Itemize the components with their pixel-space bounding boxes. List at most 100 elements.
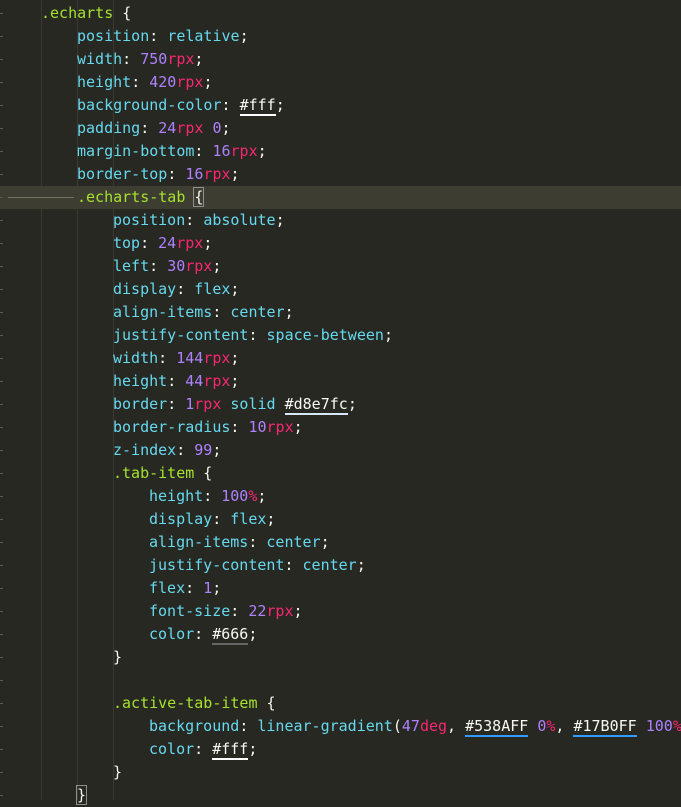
- code-line[interactable]: width: 750rpx;: [0, 48, 681, 71]
- code-line[interactable]: position: absolute;: [0, 209, 681, 232]
- punctuation-token: ;: [230, 280, 240, 298]
- code-line[interactable]: [0, 669, 681, 692]
- unit-token: rpx: [167, 50, 195, 68]
- punctuation-token: ;: [284, 303, 294, 321]
- punctuation-token: :: [176, 280, 195, 298]
- property-token: height: [77, 73, 132, 91]
- punctuation-token: ;: [347, 395, 357, 413]
- selector-token: .echarts-tab: [77, 188, 186, 206]
- code-text: top: 24rpx;: [113, 232, 212, 255]
- unit-token: rpx: [203, 165, 231, 183]
- code-line[interactable]: top: 24rpx;: [0, 232, 681, 255]
- code-line[interactable]: .tab-item {: [0, 462, 681, 485]
- property-token: color: [149, 740, 195, 758]
- code-text: width: 144rpx;: [113, 347, 239, 370]
- color-swatch-token: #fff: [212, 740, 249, 760]
- code-line[interactable]: background-color: #fff;: [0, 94, 681, 117]
- number-token: 24: [158, 234, 177, 252]
- gutter-marker: [0, 174, 3, 175]
- gutter-marker: [0, 519, 3, 520]
- code-line[interactable]: font-size: 22rpx;: [0, 600, 681, 623]
- punctuation-token: :: [239, 717, 258, 735]
- code-line[interactable]: height: 420rpx;: [0, 71, 681, 94]
- gutter-marker: [0, 703, 3, 704]
- unit-token: rpx: [185, 257, 213, 275]
- gutter-marker: [0, 749, 3, 750]
- code-line[interactable]: justify-content: space-between;: [0, 324, 681, 347]
- punctuation-token: :: [140, 119, 159, 137]
- number-token: 100: [645, 717, 673, 735]
- code-line[interactable]: justify-content: center;: [0, 554, 681, 577]
- punctuation-token: :: [248, 533, 267, 551]
- code-text: border-radius: 10rpx;: [113, 416, 303, 439]
- punctuation-token: :: [203, 487, 222, 505]
- code-line[interactable]: border: 1rpx solid #d8e7fc;: [0, 393, 681, 416]
- punctuation-token: :: [230, 602, 249, 620]
- punctuation-token: :: [122, 50, 141, 68]
- code-line[interactable]: color: #fff;: [0, 738, 681, 761]
- code-line[interactable]: flex: 1;: [0, 577, 681, 600]
- code-line[interactable]: .echarts {: [0, 2, 681, 25]
- gutter-marker: [0, 82, 3, 83]
- matched-brace-token: }: [75, 785, 88, 805]
- code-text: .tab-item {: [113, 462, 212, 485]
- number-token: 1: [185, 395, 195, 413]
- code-text: height: 100%;: [149, 485, 266, 508]
- code-editor[interactable]: .echarts {position: relative; width: 750r…: [0, 0, 681, 805]
- code-line[interactable]: padding: 24rpx 0;: [0, 117, 681, 140]
- code-text: .echarts {: [41, 2, 131, 25]
- matched-brace-token: {: [193, 187, 205, 207]
- code-line[interactable]: }: [0, 784, 681, 807]
- code-line[interactable]: display: flex;: [0, 508, 681, 531]
- punctuation-token: :: [185, 211, 204, 229]
- property-token: padding: [77, 119, 141, 137]
- gutter-marker: [0, 243, 3, 244]
- gutter-marker: [0, 59, 3, 60]
- code-line[interactable]: }: [0, 761, 681, 784]
- code-line[interactable]: height: 44rpx;: [0, 370, 681, 393]
- unit-token: rpx: [176, 119, 204, 137]
- code-line[interactable]: border-radius: 10rpx;: [0, 416, 681, 439]
- code-line[interactable]: align-items: center;: [0, 301, 681, 324]
- property-token: width: [113, 349, 159, 367]
- number-token: 44: [185, 372, 204, 390]
- code-line[interactable]: .active-tab-item {: [0, 692, 681, 715]
- punctuation-token: ,: [447, 717, 466, 735]
- punctuation-token: [637, 717, 646, 735]
- code-line[interactable]: display: flex;: [0, 278, 681, 301]
- value-token: space-between: [266, 326, 384, 344]
- code-text: color: #fff;: [149, 738, 257, 761]
- code-text: justify-content: space-between;: [113, 324, 393, 347]
- punctuation-token: :: [185, 579, 204, 597]
- code-line[interactable]: left: 30rpx;: [0, 255, 681, 278]
- property-token: display: [149, 510, 213, 528]
- code-line[interactable]: position: relative;: [0, 25, 681, 48]
- value-token: center: [266, 533, 321, 551]
- punctuation-token: ;: [221, 119, 231, 137]
- code-line-current[interactable]: .echarts-tab {: [0, 186, 681, 209]
- gutter-marker: [0, 358, 3, 359]
- code-line[interactable]: }: [0, 646, 681, 669]
- code-line[interactable]: align-items: center;: [0, 531, 681, 554]
- gutter-marker: [0, 128, 3, 129]
- code-line[interactable]: background: linear-gradient(47deg, #538A…: [0, 715, 681, 738]
- gutter-marker: [0, 312, 3, 313]
- punctuation-token: ;: [212, 441, 222, 459]
- code-line[interactable]: width: 144rpx;: [0, 347, 681, 370]
- function-token: linear-gradient: [257, 717, 393, 735]
- code-line[interactable]: color: #666;: [0, 623, 681, 646]
- color-swatch-token: #fff: [239, 96, 276, 116]
- gutter-marker: [0, 36, 3, 37]
- punctuation-token: :: [167, 165, 186, 183]
- punctuation-token: ;: [293, 418, 303, 436]
- number-token: 0: [212, 119, 222, 137]
- punctuation-token: (: [392, 717, 402, 735]
- code-line[interactable]: z-index: 99;: [0, 439, 681, 462]
- gutter-marker: [0, 680, 3, 681]
- code-line[interactable]: border-top: 16rpx;: [0, 163, 681, 186]
- gutter-marker: [0, 220, 3, 221]
- code-line[interactable]: margin-bottom: 16rpx;: [0, 140, 681, 163]
- punctuation-token: ;: [212, 579, 222, 597]
- code-line[interactable]: height: 100%;: [0, 485, 681, 508]
- punctuation-token: :: [284, 556, 303, 574]
